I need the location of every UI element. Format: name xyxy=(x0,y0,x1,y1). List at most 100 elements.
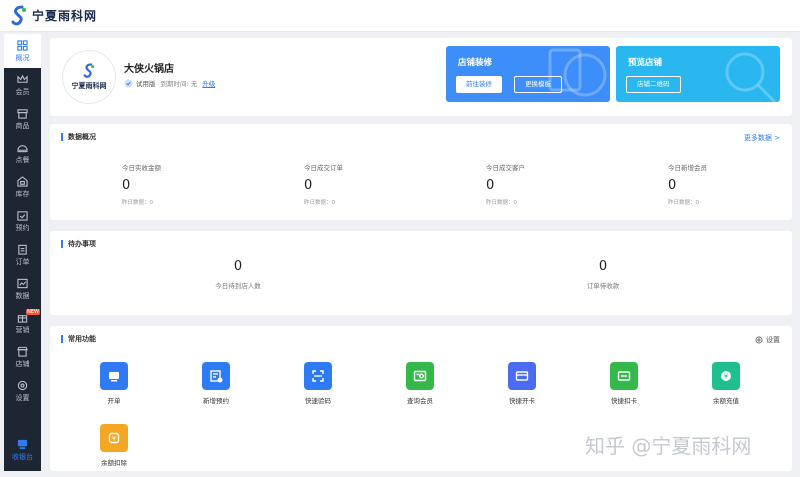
functions-settings-link[interactable]: 设置 xyxy=(755,335,780,345)
calendar-check-icon xyxy=(17,210,28,221)
sidebar-item-label: 营销 xyxy=(15,325,30,334)
todo-label: 订单待收款 xyxy=(586,282,620,290)
cashier-label: 收银台 xyxy=(12,452,33,461)
sidebar-item-label: 预约 xyxy=(15,223,30,232)
scan-code-icon xyxy=(312,370,324,382)
store-qrcode-button[interactable]: 店铺二维码 xyxy=(626,76,681,93)
section-title: 待办事项 xyxy=(61,240,96,248)
upgrade-link[interactable]: 升级 xyxy=(202,78,215,88)
todo-item[interactable]: 0 今日待到店人数 xyxy=(178,259,298,290)
promo-preview-card: 预览店铺 店铺二维码 xyxy=(616,46,780,102)
shield-check-icon xyxy=(124,78,133,88)
stat-sub: 昨日数据：0 xyxy=(486,200,517,206)
sidebar-item-store[interactable]: 店铺 xyxy=(4,340,41,374)
data-overview-card: 数据概况 更多数据 > 今日实收金额 0 昨日数据：0 今日成交订单 0 昨日数… xyxy=(50,124,792,220)
watermark: 知乎 @宁夏雨科网 xyxy=(585,434,752,458)
sidebar-item-inventory[interactable]: 库存 xyxy=(4,170,41,204)
func-open-order[interactable]: 开单 xyxy=(84,362,144,405)
change-template-button[interactable]: 更换模板 xyxy=(514,76,562,93)
func-icon-bg xyxy=(610,362,638,390)
version-label: 试用版 xyxy=(136,80,156,88)
decorate-illustration-icon xyxy=(548,48,607,97)
sidebar-item-label: 概况 xyxy=(15,53,30,62)
sidebar-item-orders[interactable]: 订单 xyxy=(4,238,41,272)
gear-icon xyxy=(755,336,763,344)
todo-label: 今日待到店人数 xyxy=(215,282,261,290)
top-bar: 宁夏雨科网 xyxy=(0,0,800,32)
open-order-icon xyxy=(109,372,119,382)
cashier-icon xyxy=(17,439,28,449)
box-icon xyxy=(17,108,28,119)
func-query-member[interactable]: 查询会员 xyxy=(390,362,450,405)
func-label: 开单 xyxy=(107,397,121,405)
main-content: 宁夏雨科网 大侠火锅店 试用版 到期时间: 无 升级 店铺装修 前往装修 更换模… xyxy=(50,38,792,471)
svg-text:¥: ¥ xyxy=(724,373,729,381)
warehouse-icon xyxy=(17,175,28,187)
todo-card: 待办事项 0 今日待到店人数 0 订单待收款 xyxy=(50,231,792,315)
store-info-card: 宁夏雨科网 大侠火锅店 试用版 到期时间: 无 升级 店铺装修 前往装修 更换模… xyxy=(50,38,792,116)
func-label: 余额充值 xyxy=(713,397,739,405)
sidebar-item-goods[interactable]: 商品 xyxy=(4,102,41,136)
crown-icon xyxy=(17,74,28,83)
stat-sub: 昨日数据：0 xyxy=(304,200,335,206)
go-decorate-button[interactable]: 前往装修 xyxy=(456,76,502,93)
func-quick-open-card[interactable]: 快捷开卡 xyxy=(492,362,552,405)
func-balance-recharge[interactable]: ¥ 余额充值 xyxy=(696,362,756,405)
func-add-booking[interactable]: 新增预约 xyxy=(186,362,246,405)
func-quick-verify[interactable]: 快速验码 xyxy=(288,362,348,405)
stat-item: 今日成交订单 0 昨日数据：0 xyxy=(304,162,343,206)
stat-item: 今日成交客户 0 昨日数据：0 xyxy=(486,162,525,206)
balance-recharge-icon: ¥ xyxy=(721,371,731,381)
card-deduct-icon xyxy=(617,371,631,381)
func-quick-deduct-card[interactable]: 快捷扣卡 xyxy=(594,362,654,405)
func-label: 新增预约 xyxy=(203,397,229,405)
stat-label: 今日实收金额 xyxy=(122,164,161,172)
overview-icon xyxy=(17,39,28,51)
stat-sub: 昨日数据：0 xyxy=(122,200,153,206)
sidebar-item-member[interactable]: 会员 xyxy=(4,68,41,102)
func-label: 查询会员 xyxy=(407,397,433,405)
todo-value: 0 xyxy=(598,259,608,274)
func-icon-bg: ¥ xyxy=(100,424,128,452)
store-icon xyxy=(17,346,28,357)
stat-value: 0 xyxy=(668,178,677,193)
sidebar-item-label: 设置 xyxy=(15,393,30,402)
card-open-icon xyxy=(515,371,529,381)
svg-text:¥: ¥ xyxy=(112,435,116,443)
member-search-icon xyxy=(413,370,427,382)
cashier-button[interactable]: 收银台 xyxy=(4,435,41,465)
func-icon-bg xyxy=(304,362,332,390)
sidebar-item-ordering[interactable]: 点餐 xyxy=(4,136,41,170)
func-label: 余额扣除 xyxy=(101,459,127,467)
logo-icon xyxy=(11,5,26,25)
func-icon-bg xyxy=(508,362,536,390)
promo-decorate-title: 店铺装修 xyxy=(458,58,493,68)
sidebar-item-label: 店铺 xyxy=(15,359,30,368)
func-balance-deduct[interactable]: ¥ 余额扣除 xyxy=(84,424,144,467)
section-title: 常用功能 xyxy=(61,335,96,343)
preview-illustration-icon xyxy=(725,52,777,102)
func-label: 快速验码 xyxy=(305,397,331,405)
sidebar-item-marketing[interactable]: NEW 营销 xyxy=(4,306,41,340)
sidebar-item-label: 商品 xyxy=(15,121,30,130)
dish-icon xyxy=(17,144,28,152)
func-icon-bg xyxy=(202,362,230,390)
new-badge: NEW xyxy=(26,309,40,315)
sidebar-item-label: 订单 xyxy=(15,257,30,266)
sidebar-item-booking[interactable]: 预约 xyxy=(4,204,41,238)
func-icon-bg: ¥ xyxy=(712,362,740,390)
sidebar-item-settings[interactable]: 设置 xyxy=(4,374,41,408)
stat-label: 今日成交客户 xyxy=(486,164,525,172)
more-data-link[interactable]: 更多数据 > xyxy=(744,133,780,143)
gear-icon xyxy=(17,380,28,390)
store-name: 大侠火锅店 xyxy=(124,64,174,75)
todo-item[interactable]: 0 订单待收款 xyxy=(543,259,663,290)
avatar-text: 宁夏雨科网 xyxy=(71,81,107,90)
sidebar: 概况 会员 商品 点餐 库存 预约 订单 数据 NEW 营销 店铺 设置 收银台 xyxy=(4,34,41,471)
expire-label: 到期时间: 无 xyxy=(160,80,198,88)
balance-deduct-icon: ¥ xyxy=(108,432,120,444)
sidebar-item-overview[interactable]: 概况 xyxy=(4,34,41,68)
func-label: 快捷开卡 xyxy=(509,397,535,405)
sidebar-item-data[interactable]: 数据 xyxy=(4,272,41,306)
add-booking-icon xyxy=(210,370,223,383)
